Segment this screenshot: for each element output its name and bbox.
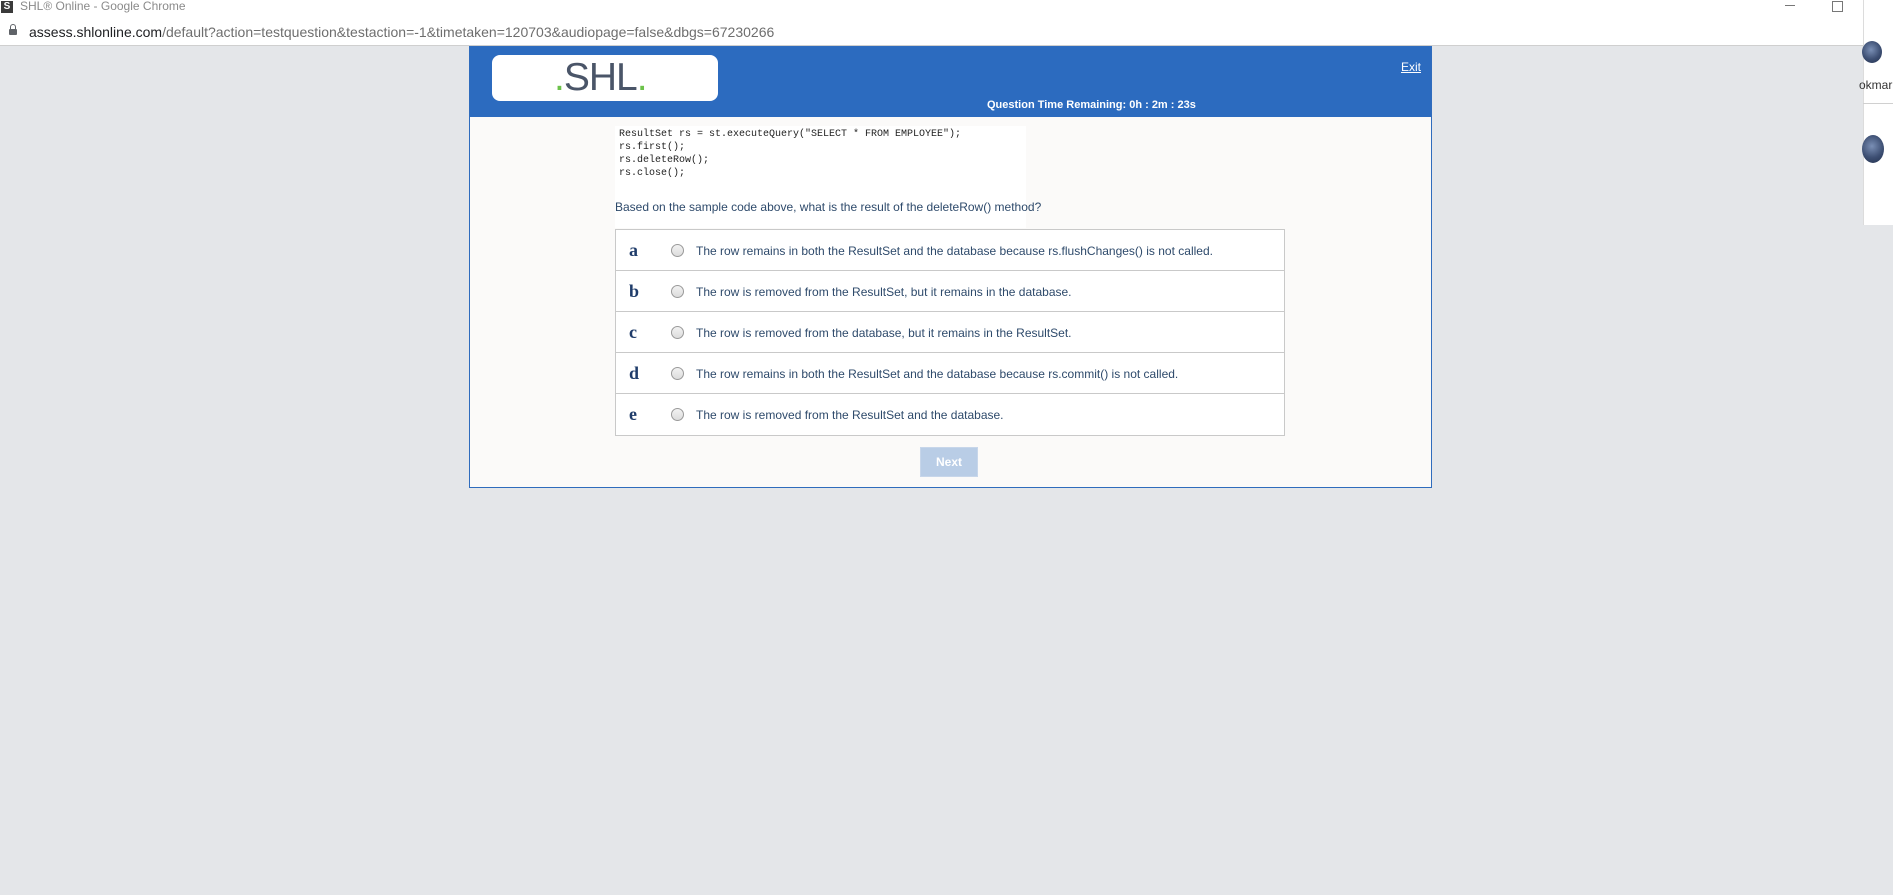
url-text[interactable]: assess.shlonline.com/default?action=test… [29, 24, 774, 40]
answer-option-c[interactable]: c The row is removed from the database, … [616, 312, 1284, 353]
assessment-frame: .SHL. Exit Question Time Remaining: 0h :… [469, 46, 1432, 488]
radio-button[interactable] [671, 408, 684, 421]
option-text[interactable]: The row remains in both the ResultSet an… [696, 244, 1213, 258]
answer-option-e[interactable]: e The row is removed from the ResultSet … [616, 394, 1284, 435]
window-title: SHL® Online - Google Chrome [20, 0, 186, 13]
lock-icon [9, 24, 17, 36]
option-letter: b [629, 281, 640, 301]
radio-button[interactable] [671, 285, 684, 298]
answer-options: a The row remains in both the ResultSet … [615, 229, 1285, 436]
code-line: rs.deleteRow(); [619, 155, 710, 166]
option-text[interactable]: The row is removed from the database, bu… [696, 326, 1072, 340]
question-prompt: Based on the sample code above, what is … [615, 200, 1042, 214]
radio-button[interactable] [671, 244, 684, 257]
code-line: rs.close(); [619, 168, 686, 179]
avatar[interactable] [1862, 135, 1884, 163]
minimize-icon[interactable] [1783, 0, 1797, 12]
url-path: /default?action=testquestion&testaction=… [162, 24, 775, 40]
answer-option-a[interactable]: a The row remains in both the ResultSet … [616, 230, 1284, 271]
option-text[interactable]: The row is removed from the ResultSet an… [696, 408, 1004, 422]
side-user-label: okmar [1859, 78, 1893, 92]
maximize-icon[interactable] [1830, 0, 1844, 12]
shl-app-icon: S [1, 1, 13, 13]
option-letter: d [629, 363, 640, 383]
address-bar[interactable]: assess.shlonline.com/default?action=test… [0, 18, 1863, 46]
background-window-divider [1863, 103, 1893, 104]
option-letter: c [629, 322, 637, 342]
option-letter: e [629, 404, 637, 424]
window-titlebar: S SHL® Online - Google Chrome [0, 0, 1863, 18]
option-text[interactable]: The row is removed from the ResultSet, b… [696, 285, 1072, 299]
assessment-header: .SHL. Exit Question Time Remaining: 0h :… [470, 47, 1431, 117]
avatar[interactable] [1862, 41, 1882, 63]
url-host: assess.shlonline.com [29, 24, 163, 40]
answer-option-b[interactable]: b The row is removed from the ResultSet,… [616, 271, 1284, 312]
radio-button[interactable] [671, 326, 684, 339]
next-button[interactable]: Next [920, 447, 978, 477]
logo-container: .SHL. [492, 55, 718, 101]
code-line: rs.first(); [619, 142, 686, 153]
question-timer: Question Time Remaining: 0h : 2m : 23s [987, 99, 1196, 111]
option-letter: a [629, 240, 638, 260]
answer-option-d[interactable]: d The row remains in both the ResultSet … [616, 353, 1284, 394]
exit-link[interactable]: Exit [1401, 60, 1421, 74]
code-line: ResultSet rs = st.executeQuery("SELECT *… [619, 129, 962, 140]
option-text[interactable]: The row remains in both the ResultSet an… [696, 367, 1178, 381]
shl-logo: .SHL. [554, 56, 648, 99]
radio-button[interactable] [671, 367, 684, 380]
background-window-lower [1863, 225, 1893, 895]
